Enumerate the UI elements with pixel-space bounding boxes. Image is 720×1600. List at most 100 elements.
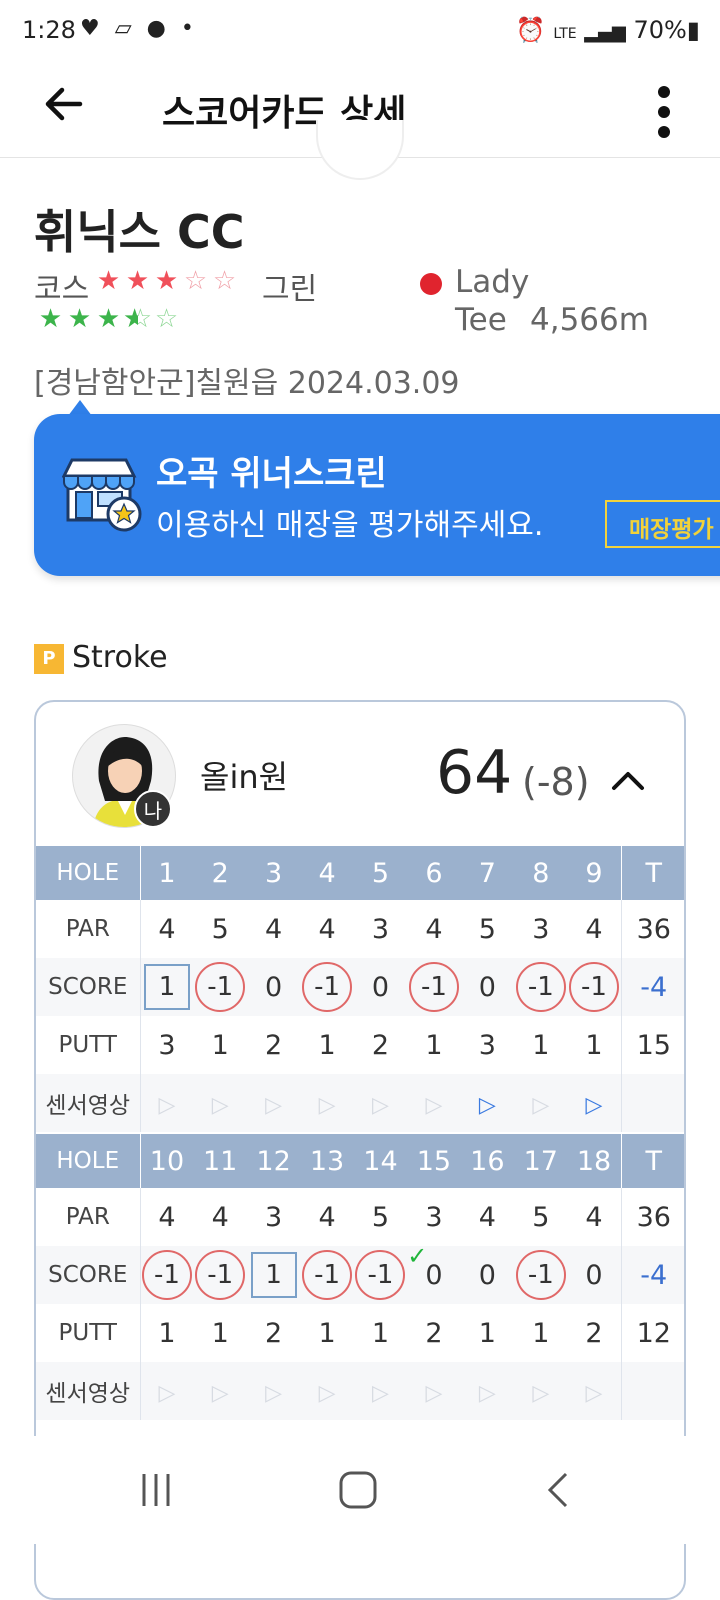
status-bar: 1:28 ♥ ▱ ● • ⏰ LTE ▂▄▆ 70%▮ xyxy=(0,0,720,64)
video-cell: ▷ xyxy=(246,1074,301,1132)
hole-number: 4 xyxy=(300,846,354,900)
putt-cell: 2 xyxy=(354,1016,407,1074)
tee-color-dot xyxy=(420,273,442,295)
par-cell-value: 4 xyxy=(585,1201,603,1233)
hole-number-value: 16 xyxy=(470,1145,505,1177)
par-total: 36 xyxy=(620,1188,684,1246)
score-cell-value: 0 xyxy=(371,971,390,1003)
play-icon: ▷ xyxy=(372,1380,389,1406)
putt-cell: 1 xyxy=(407,1016,460,1074)
course-rating-stars: ★ ★ ★ ☆ ☆ xyxy=(94,266,239,296)
putt-cell: 1 xyxy=(300,1304,353,1362)
home-icon[interactable] xyxy=(338,1470,378,1510)
score-total-value: -4 xyxy=(640,1259,668,1291)
putt-cell-value: 1 xyxy=(425,1029,443,1061)
putt-cell-value: 2 xyxy=(585,1317,603,1349)
putt-cell: 3 xyxy=(461,1016,514,1074)
hole-number-value: 13 xyxy=(309,1145,345,1177)
hole-number-value: 1 xyxy=(158,857,176,889)
course-star-icon: ☆ xyxy=(183,266,208,296)
putt-cell-value: 1 xyxy=(532,1029,550,1061)
video-row: 센서영상 ▷ ▷ ▷ ▷ ▷ ▷ ▷ ▷ ▷ xyxy=(36,1074,684,1132)
hole-number: 3 xyxy=(246,846,301,900)
play-icon: ▷ xyxy=(158,1092,176,1118)
hole-number: 2 xyxy=(193,846,247,900)
total-label-value: T xyxy=(645,1145,663,1177)
score-total: -4 xyxy=(620,1246,684,1304)
more-options-icon[interactable] xyxy=(648,78,680,138)
hole-label: HOLE xyxy=(36,1134,141,1188)
score-cell: 0 xyxy=(460,958,515,1016)
par-cell-value: 5 xyxy=(371,1201,390,1233)
putt-total: 12 xyxy=(620,1304,684,1362)
putt-cell: 1 xyxy=(461,1304,514,1362)
hole-number: 1 xyxy=(140,846,194,900)
video-cell: ▷ xyxy=(460,1362,515,1420)
par-cell: 3 xyxy=(514,900,567,958)
total-label: T xyxy=(620,1134,684,1188)
hole-number: 6 xyxy=(407,846,461,900)
par-cell-value: 4 xyxy=(425,913,443,945)
play-icon: ▷ xyxy=(532,1092,550,1118)
green-rating-label: 그린 xyxy=(262,272,318,307)
recent-apps-icon[interactable] xyxy=(136,1470,176,1510)
video-cell: ▷ xyxy=(567,1362,621,1420)
hole-number-value: 6 xyxy=(425,857,443,889)
video-total xyxy=(620,1074,684,1132)
video-cell: ▷ xyxy=(246,1362,301,1420)
game-mode-label: Stroke xyxy=(72,640,168,675)
club-name: 휘닉스 CC xyxy=(34,205,245,259)
mode-badge: P xyxy=(34,644,64,674)
score-cell-value: -1 xyxy=(302,1250,353,1300)
back-arrow-icon[interactable] xyxy=(40,80,88,128)
video-cell: ▷ xyxy=(407,1362,461,1420)
score-cell: 1 xyxy=(246,1246,301,1304)
total-label-value: T xyxy=(645,857,663,889)
par-cell-value: 4 xyxy=(158,913,176,945)
par-cell-value: 3 xyxy=(532,913,550,945)
store-name: 오곡 위너스크린 xyxy=(156,454,387,494)
par-cell-value: 3 xyxy=(265,1201,283,1233)
score-cell: -1 xyxy=(300,1246,354,1304)
video-total xyxy=(620,1362,684,1420)
hole-number-value: 5 xyxy=(371,857,390,889)
hole-number: 15 xyxy=(407,1134,461,1188)
chevron-up-icon[interactable] xyxy=(608,764,648,794)
score-cell-value: 1 xyxy=(143,964,190,1010)
course-star-icon: ★ xyxy=(154,266,179,296)
putt-total-value: 15 xyxy=(636,1029,671,1061)
score-cell-value: -1 xyxy=(195,1250,246,1300)
putt-cell-value: 1 xyxy=(211,1317,229,1349)
video-cell[interactable]: ▷ xyxy=(567,1074,621,1132)
par-cell: 3 xyxy=(247,1188,300,1246)
video-cell: ▷ xyxy=(353,1074,408,1132)
score-cell: 0 xyxy=(246,958,301,1016)
putt-cell: 1 xyxy=(193,1304,246,1362)
green-rating-stars: ★ ★ ★ ★☆ ☆ xyxy=(36,304,181,334)
score-cell: -1 xyxy=(193,1246,247,1304)
video-cell[interactable]: ▷ xyxy=(460,1074,515,1132)
video-cell: ▷ xyxy=(300,1362,354,1420)
region-date: [경남함안군]칠원읍 2024.03.09 xyxy=(34,366,460,401)
video-label: 센서영상 xyxy=(36,1362,141,1420)
back-nine-table: HOLE 10 11 12 13 14 15 16 17 18 T PAR 4 4 3 4 5 3 4 5 4 36 S… xyxy=(36,1134,684,1420)
putt-total: 15 xyxy=(620,1016,684,1074)
hole-number: 16 xyxy=(460,1134,515,1188)
par-total: 36 xyxy=(620,900,684,958)
putt-cell: 1 xyxy=(514,1304,567,1362)
play-icon[interactable]: ▷ xyxy=(479,1093,496,1118)
hole-number: 10 xyxy=(140,1134,194,1188)
play-icon[interactable]: ▷ xyxy=(586,1093,603,1118)
back-icon[interactable] xyxy=(540,1470,580,1510)
play-icon: ▷ xyxy=(372,1092,389,1118)
putt-cell-value: 1 xyxy=(478,1317,496,1349)
video-cell: ▷ xyxy=(407,1074,461,1132)
par-cell: 4 xyxy=(407,900,460,958)
hole-number: 8 xyxy=(514,846,568,900)
putt-total-value: 12 xyxy=(636,1317,671,1349)
hole-row: HOLE 1 2 3 4 5 6 7 8 9 T xyxy=(36,846,684,900)
hole-number: 13 xyxy=(300,1134,354,1188)
play-icon: ▷ xyxy=(211,1092,229,1118)
rate-store-button[interactable]: 매장평가 xyxy=(605,500,720,548)
play-icon: ▷ xyxy=(425,1092,443,1118)
